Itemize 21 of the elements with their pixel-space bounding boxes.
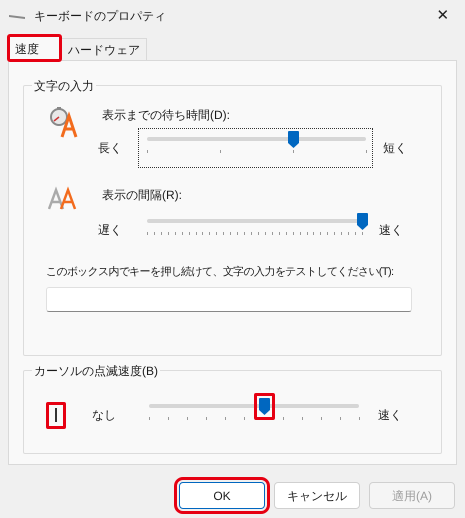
slider-min-label: 遅く [98, 222, 123, 239]
slider-max-label: 短く [383, 140, 407, 157]
slider-label: 表示の間隔(R): [102, 187, 183, 204]
field-label: このボックス内でキーを押し続けて、文字の入力をテストしてください(T): [46, 264, 394, 280]
close-button[interactable]: ✕ [429, 4, 457, 28]
window-title: キーボードのプロパティ [34, 8, 166, 25]
slider-min-label: 長く [98, 140, 123, 157]
keyboard-icon [8, 12, 26, 20]
slider-thumb[interactable] [254, 393, 275, 420]
dialog-button[interactable]: キャンセル [274, 482, 360, 509]
input-field[interactable] [46, 286, 412, 312]
slider-max-label: 速く [379, 222, 403, 239]
group-title: 文字の入力 [32, 77, 96, 95]
group-title: カーソルの点滅速度(B) [32, 362, 160, 380]
slider-min-label: なし [92, 407, 117, 424]
tab[interactable]: ハードウェア [61, 38, 147, 60]
slider-label: 表示までの待ち時間(D): [102, 107, 231, 124]
slider[interactable] [138, 128, 373, 168]
tab[interactable]: 速度 [8, 35, 61, 61]
slider-max-label: 速く [378, 407, 402, 424]
stopwatch-letter-icon [48, 106, 80, 138]
